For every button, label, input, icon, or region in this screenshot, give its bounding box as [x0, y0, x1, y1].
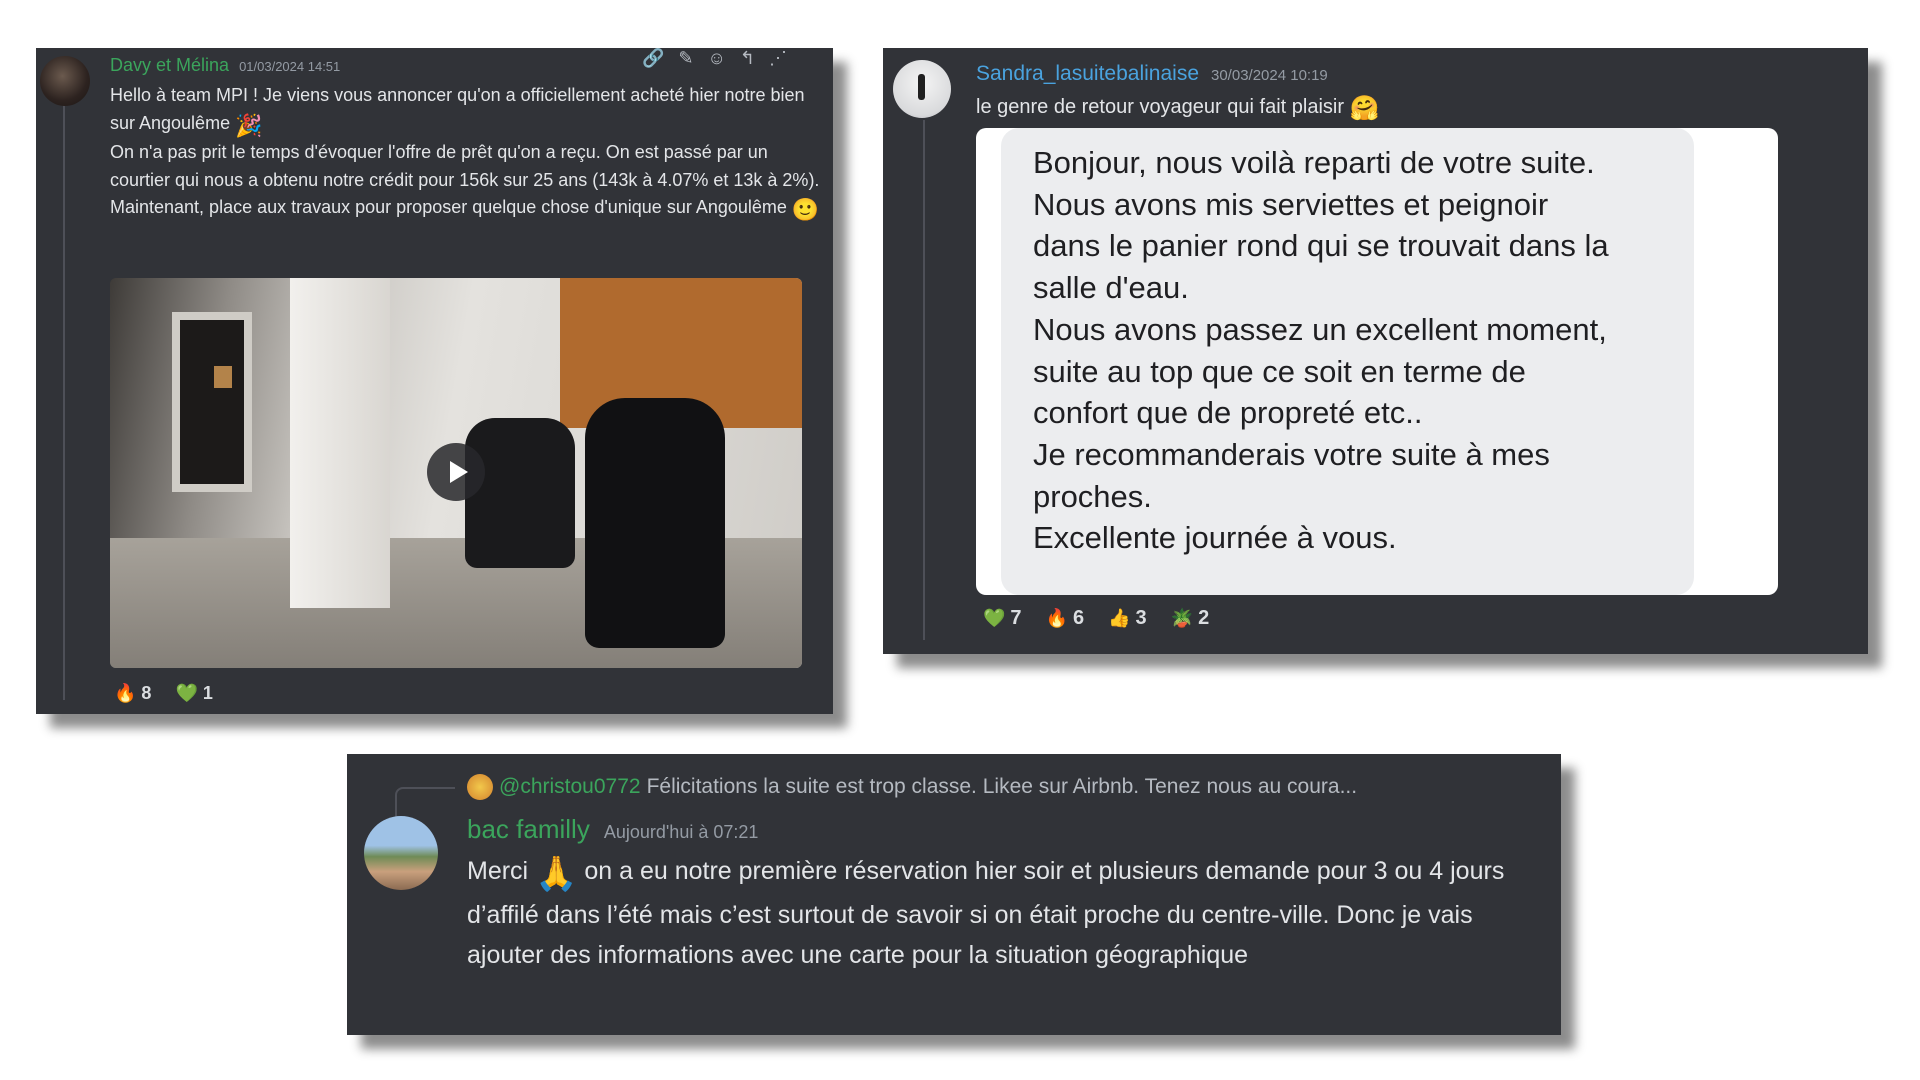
potted-plant-icon: 🪴 [1170, 608, 1194, 628]
reply-icon[interactable]: ↰ [740, 48, 755, 69]
message-text-start: Merci [467, 857, 529, 885]
party-popper-icon: 🎉 [235, 112, 263, 138]
reactions-bar: 🔥 8 💚 1 [106, 680, 221, 707]
message-text: le genre de retour voyageur qui fait pla… [976, 96, 1344, 118]
reactions-bar: 💚 7 🔥 6 👍 3 🪴 2 [975, 604, 1217, 633]
reaction-thumbs-up[interactable]: 👍 3 [1100, 604, 1155, 633]
thread-icon[interactable]: ✎ [678, 48, 693, 69]
message-timestamp: 30/03/2024 10:19 [1211, 67, 1328, 84]
reaction-fire[interactable]: 🔥 8 [106, 680, 159, 707]
message-paragraph: On n'a pas prit le temps d'évoquer l'off… [110, 142, 820, 190]
reaction-count: 7 [1010, 607, 1022, 629]
message-paragraph: Maintenant, place aux travaux pour propo… [110, 197, 787, 217]
avatar[interactable] [40, 56, 90, 106]
quoted-guest-message: Bonjour, nous voilà reparti de votre sui… [1001, 128, 1694, 595]
author-name[interactable]: Davy et Mélina [110, 55, 229, 76]
message-header: bac familly Aujourd'hui à 07:21 [467, 814, 758, 845]
reaction-count: 1 [202, 683, 213, 703]
reaction-count: 6 [1072, 607, 1085, 629]
reply-snippet: Félicitations la suite est trop classe. … [646, 775, 1358, 798]
green-heart-icon: 💚 [175, 683, 198, 703]
fire-icon: 🔥 [114, 683, 137, 703]
message-header: Davy et Mélina 01/03/2024 14:51 [110, 55, 340, 76]
avatar[interactable] [364, 816, 438, 890]
hugging-face-icon: 🤗 [1349, 95, 1380, 122]
more-icon[interactable]: ⋰ [769, 48, 787, 69]
message-body: Hello à team MPI ! Je viens vous annonce… [110, 82, 820, 224]
message-body: le genre de retour voyageur qui fait pla… [976, 94, 1379, 123]
message-text: on a eu notre première réservation hier … [467, 857, 1505, 969]
message-timestamp: 01/03/2024 14:51 [239, 59, 341, 74]
reply-avatar [467, 774, 493, 800]
author-name[interactable]: Sandra_lasuitebalinaise [976, 62, 1199, 86]
author-name[interactable]: bac familly [467, 814, 590, 845]
video-attachment[interactable] [110, 278, 802, 668]
message-header: Sandra_lasuitebalinaise 30/03/2024 10:19 [976, 62, 1328, 86]
reply-connector [395, 787, 455, 817]
message-paragraph: Hello à team MPI ! Je viens vous annonce… [110, 85, 805, 133]
avatar[interactable] [893, 60, 951, 118]
fire-icon: 🔥 [1045, 608, 1068, 628]
play-icon[interactable] [427, 443, 485, 501]
reaction-count: 3 [1135, 607, 1147, 629]
message-card-sandra: Sandra_lasuitebalinaise 30/03/2024 10:19… [883, 48, 1868, 654]
message-body: Merci 🙏 on a eu notre première réservati… [467, 851, 1537, 976]
thread-line [923, 120, 925, 640]
folded-hands-icon: 🙏 [535, 855, 578, 893]
reaction-count: 2 [1198, 607, 1210, 629]
reaction-green-heart[interactable]: 💚 1 [167, 680, 220, 707]
office-chair [465, 418, 575, 568]
reaction-plant[interactable]: 🪴 2 [1163, 604, 1218, 633]
smile-icon: 🙂 [791, 197, 820, 222]
green-heart-icon: 💚 [983, 608, 1006, 628]
reaction-count: 8 [141, 683, 152, 703]
thumbs-up-icon: 👍 [1108, 608, 1131, 628]
reply-reference[interactable]: @christou0772 Félicitations la suite est… [467, 774, 1357, 800]
message-card-davy: Davy et Mélina 01/03/2024 14:51 🔗 ✎ ☺ ↰ … [36, 48, 833, 714]
message-hover-toolbar: 🔗 ✎ ☺ ↰ ⋰ [642, 48, 787, 69]
emoji-icon[interactable]: ☺ [708, 48, 726, 69]
reaction-green-heart[interactable]: 💚 7 [975, 604, 1030, 633]
office-chair [585, 398, 725, 648]
image-attachment[interactable]: Bonjour, nous voilà reparti de votre sui… [976, 128, 1778, 595]
guest-review-text: Bonjour, nous voilà reparti de votre sui… [1033, 145, 1609, 556]
reply-mention[interactable]: @christou0772 [499, 775, 641, 799]
thread-line [63, 100, 65, 700]
reaction-fire[interactable]: 🔥 6 [1038, 604, 1093, 633]
link-icon[interactable]: 🔗 [642, 48, 664, 69]
message-timestamp: Aujourd'hui à 07:21 [603, 822, 759, 842]
message-card-bac-familly: @christou0772 Félicitations la suite est… [347, 754, 1561, 1035]
